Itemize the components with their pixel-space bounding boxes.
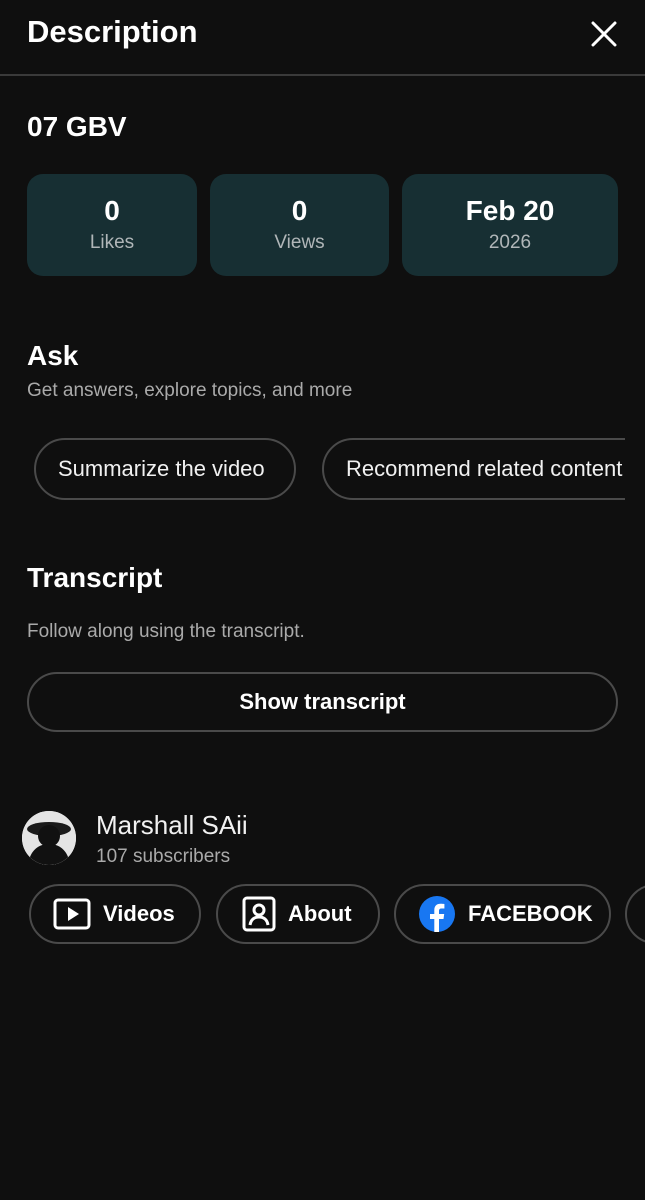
recommend-chip[interactable]: Recommend related content — [322, 438, 625, 500]
videos-button[interactable]: Videos — [29, 884, 201, 944]
videos-label: Videos — [103, 901, 175, 926]
facebook-button[interactable]: FACEBOOK — [394, 884, 611, 944]
ask-title: Ask — [27, 340, 79, 371]
play-box-icon — [53, 898, 91, 930]
channel-avatar[interactable] — [22, 811, 76, 865]
publish-year: 2026 — [488, 232, 532, 253]
publish-date: Feb 20 — [465, 195, 555, 226]
summarize-chip[interactable]: Summarize the video — [34, 438, 296, 500]
panel-title: Description — [27, 14, 198, 49]
likes-count: 0 — [104, 195, 120, 226]
facebook-label: FACEBOOK — [468, 901, 593, 926]
facebook-icon — [418, 895, 456, 933]
views-label: Views — [274, 232, 325, 253]
date-card: Feb 20 2026 — [402, 174, 618, 276]
channel-links-row[interactable]: Videos About FACEBOOK — [0, 884, 645, 946]
about-label: About — [288, 901, 352, 926]
close-button[interactable] — [586, 16, 622, 52]
likes-card: 0 Likes — [27, 174, 197, 276]
avatar-image — [22, 811, 76, 865]
transcript-subtitle: Follow along using the transcript. — [27, 621, 305, 642]
subscriber-count: 107 subscribers — [96, 846, 231, 867]
views-count: 0 — [291, 195, 308, 226]
transcript-title: Transcript — [27, 562, 163, 593]
panel-header: Description — [0, 0, 645, 76]
more-link-chip[interactable] — [625, 884, 645, 944]
channel-name[interactable]: Marshall SAii — [96, 810, 248, 841]
views-card: 0 Views — [210, 174, 389, 276]
about-button[interactable]: About — [216, 884, 380, 944]
close-icon — [591, 21, 617, 47]
person-box-icon — [242, 896, 276, 932]
likes-label: Likes — [89, 232, 135, 253]
ask-subtitle: Get answers, explore topics, and more — [27, 380, 353, 401]
video-title: 07 GBV — [27, 111, 127, 142]
show-transcript-button[interactable]: Show transcript — [27, 672, 618, 732]
ask-chip-row[interactable]: Summarize the video Recommend related co… — [0, 438, 625, 504]
